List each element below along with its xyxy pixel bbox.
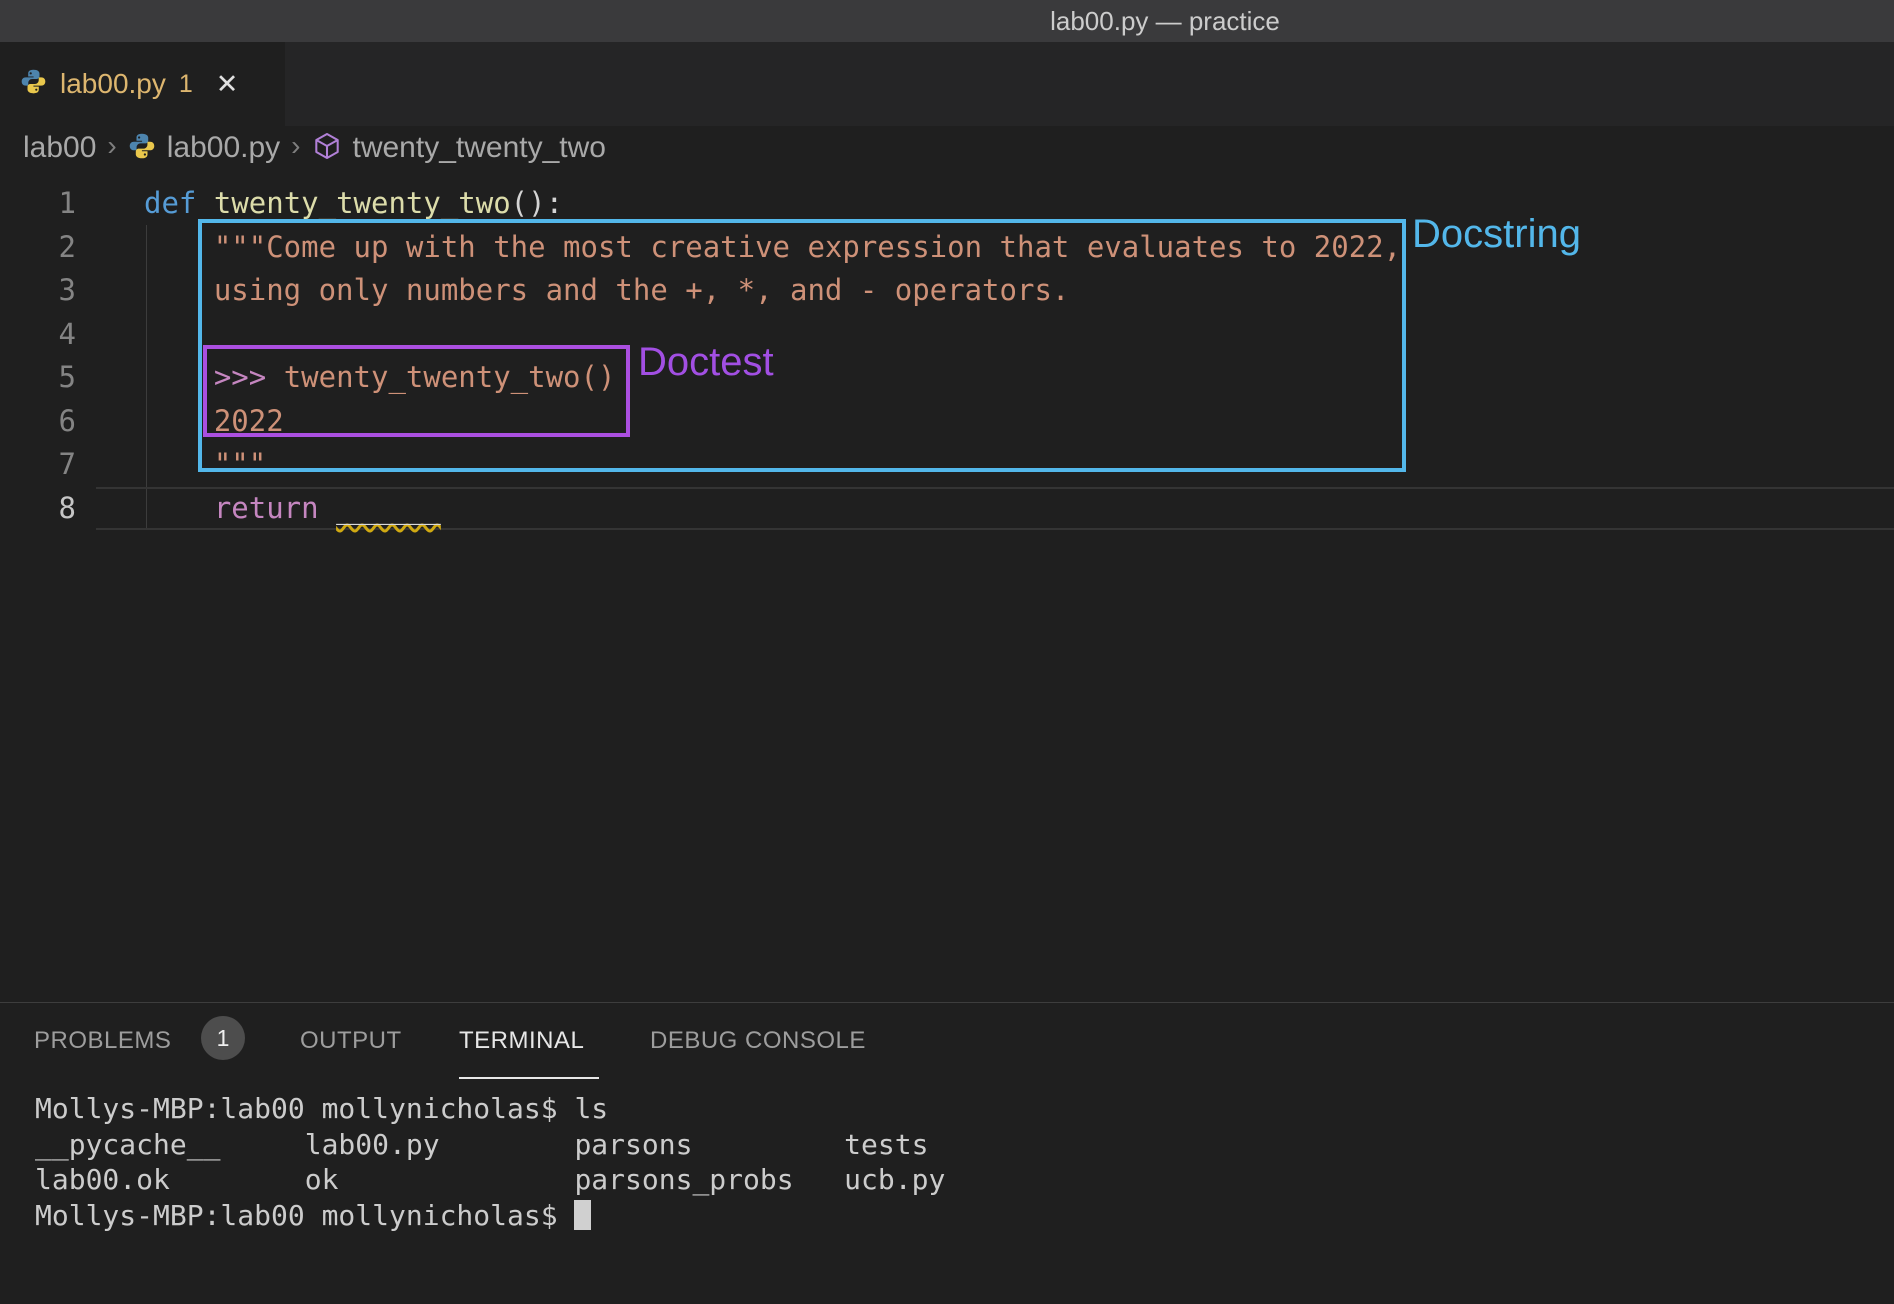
code-token <box>196 186 213 220</box>
code-token: twenty_twenty_two <box>214 186 511 220</box>
doctest-annotation-label: Doctest <box>638 340 774 385</box>
docstring-annotation-label: Docstring <box>1412 212 1581 257</box>
breadcrumb-symbol[interactable]: twenty_twenty_two <box>353 131 606 165</box>
line-number: 7 <box>0 443 76 487</box>
tab-problems-badge: 1 <box>179 70 193 99</box>
tab-bar: lab00.py 1 ✕ <box>0 42 1894 126</box>
symbol-namespace-icon <box>312 131 342 166</box>
terminal-line: __pycache__ lab00.py parsons tests <box>35 1127 945 1163</box>
code-token <box>144 273 214 307</box>
terminal-line: Mollys-MBP:lab00 mollynicholas$ <box>35 1198 945 1234</box>
bottom-panel: PROBLEMS 1 OUTPUT TERMINAL DEBUG CONSOLE… <box>0 1002 1894 1304</box>
code-token: return <box>214 491 319 525</box>
breadcrumb-file[interactable]: lab00.py <box>167 131 280 165</box>
blank-placeholder-token: ______ <box>336 491 441 525</box>
code-line[interactable]: def twenty_twenty_two(): <box>144 182 1401 226</box>
code-token <box>144 447 214 481</box>
line-number: 4 <box>0 313 76 357</box>
code-token <box>319 491 336 525</box>
code-token <box>144 360 214 394</box>
code-token: (): <box>511 186 563 220</box>
terminal-line: Mollys-MBP:lab00 mollynicholas$ ls <box>35 1091 945 1127</box>
python-icon <box>128 132 156 165</box>
tab-problems[interactable]: PROBLEMS <box>34 1027 171 1055</box>
tab-terminal[interactable]: TERMINAL <box>459 1027 584 1055</box>
code-editor[interactable]: 12345678 def twenty_twenty_two(): """Com… <box>0 170 1894 1002</box>
line-number: 2 <box>0 226 76 270</box>
code-token: >>> <box>214 360 284 394</box>
breadcrumb: lab00 › lab00.py › twenty_twenty_two <box>0 126 1894 170</box>
breadcrumb-folder[interactable]: lab00 <box>23 131 96 165</box>
line-number: 5 <box>0 356 76 400</box>
chevron-right-icon: › <box>291 130 300 162</box>
problems-count-badge: 1 <box>201 1016 245 1060</box>
code-token: twenty_twenty_two() <box>284 360 616 394</box>
code-line[interactable]: 2022 <box>144 400 1401 444</box>
code-token: """ <box>214 447 266 481</box>
close-icon[interactable]: ✕ <box>216 69 239 100</box>
line-number: 8 <box>0 487 76 531</box>
gutter: 12345678 <box>0 182 76 530</box>
code-token <box>144 404 214 438</box>
line-number: 3 <box>0 269 76 313</box>
code-token <box>144 491 214 525</box>
code-line[interactable]: return ______ <box>144 487 1401 531</box>
line-number: 6 <box>0 400 76 444</box>
chevron-right-icon: › <box>107 130 116 162</box>
code-token: def <box>144 186 196 220</box>
code-token: 2022 <box>214 404 284 438</box>
window-title: lab00.py — practice <box>1050 0 1280 42</box>
code-token: """Come up with the most creative expres… <box>214 230 1401 264</box>
terminal-output[interactable]: Mollys-MBP:lab00 mollynicholas$ ls__pyca… <box>35 1091 945 1233</box>
tab-output[interactable]: OUTPUT <box>300 1027 402 1055</box>
python-icon <box>20 68 47 100</box>
code-token <box>144 230 214 264</box>
window-titlebar: lab00.py — practice <box>0 0 1894 42</box>
code-line[interactable]: using only numbers and the +, *, and - o… <box>144 269 1401 313</box>
terminal-cursor <box>574 1200 591 1230</box>
code-line[interactable]: """Come up with the most creative expres… <box>144 226 1401 270</box>
terminal-line: lab00.ok ok parsons_probs ucb.py <box>35 1162 945 1198</box>
active-tab-underline <box>459 1077 599 1079</box>
tab-debug-console[interactable]: DEBUG CONSOLE <box>650 1027 866 1055</box>
tab-lab00py[interactable]: lab00.py 1 ✕ <box>0 42 285 126</box>
line-number: 1 <box>0 182 76 226</box>
code-line[interactable]: """ <box>144 443 1401 487</box>
tab-filename: lab00.py <box>60 68 166 100</box>
code-token: using only numbers and the +, *, and - o… <box>214 273 1070 307</box>
